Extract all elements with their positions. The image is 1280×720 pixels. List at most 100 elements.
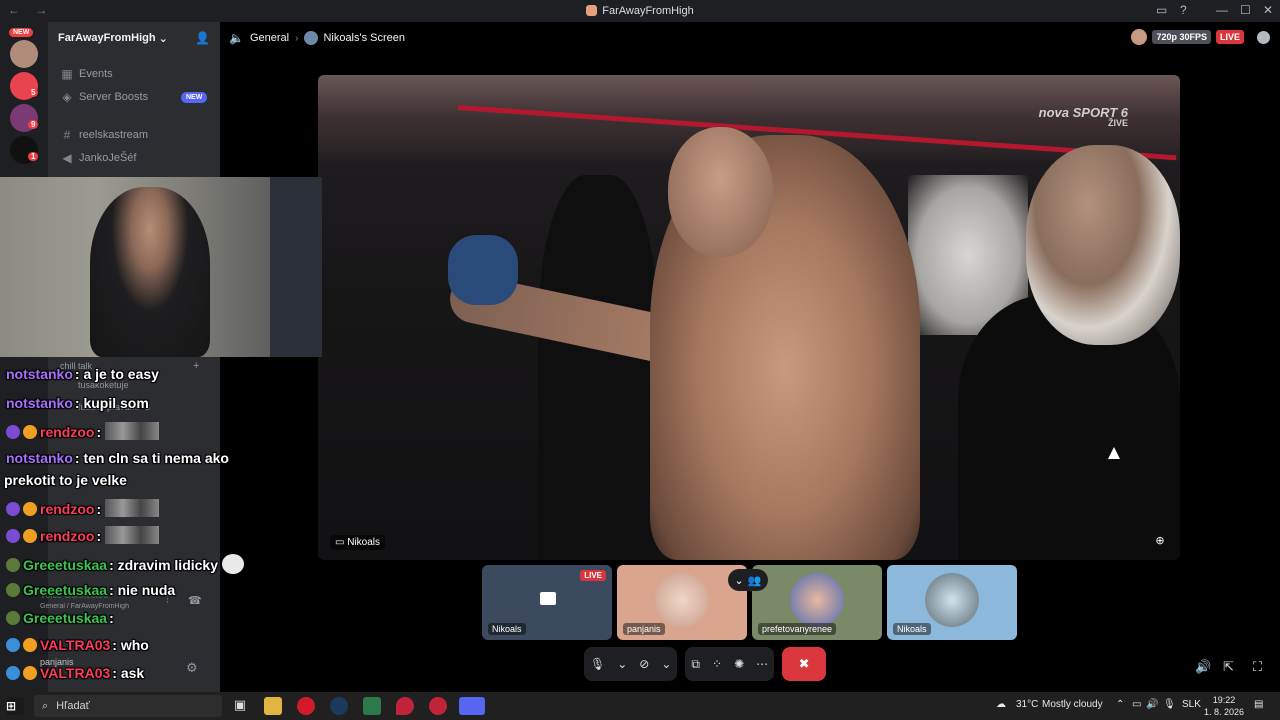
emote-image <box>105 422 160 440</box>
channel-name: reelskastream <box>79 129 149 141</box>
soundboard-icon[interactable]: ✺ <box>734 657 744 671</box>
new-badge: NEW <box>9 28 34 37</box>
server-header[interactable]: FarAwayFromHigh ⌄ 👤 <box>48 22 220 54</box>
chat-text: : a je to easy <box>74 366 159 382</box>
chat-text: : kupil som <box>74 395 149 411</box>
sidebar-item-voice-channel[interactable]: ◀ JankoJeŠéf <box>60 151 136 165</box>
maps-icon[interactable] <box>396 697 414 715</box>
sidebar-item-label: Events <box>79 68 113 80</box>
file-explorer-icon[interactable] <box>264 697 282 715</box>
unread-badge: 1 <box>28 152 39 161</box>
chat-message-continued: prekotit to je velke <box>4 472 127 488</box>
emote-image <box>105 526 160 544</box>
weather-temp[interactable]: 31°C <box>1016 699 1038 710</box>
volume-icon[interactable]: 🔊 <box>1195 659 1211 675</box>
volume-icon[interactable]: 🔊 <box>1146 699 1158 710</box>
tiles-toggle-button[interactable]: ⌄ 👥 <box>728 569 768 591</box>
fullscreen-icon[interactable]: ⛶ <box>1253 659 1262 675</box>
zoom-icon[interactable]: ⊕ <box>1152 534 1168 550</box>
avatar <box>655 573 709 627</box>
call-header: 🔈 General › Nikoals's Screen 720p 30FPS … <box>220 22 1280 54</box>
participant-name: panjanis <box>623 623 665 635</box>
chat-message: Greeetuskaa: nie nuda <box>6 582 175 598</box>
voice-call-area: 🔈 General › Nikoals's Screen 720p 30FPS … <box>220 22 1280 692</box>
participant-tile[interactable]: LIVE Nikoals <box>482 565 612 640</box>
invite-people-icon[interactable]: 👤 <box>195 31 210 45</box>
chat-text: : zdravim lidicky <box>109 557 218 573</box>
chat-message: rendzoo: <box>6 526 160 544</box>
close-button[interactable]: ✕ <box>1263 3 1273 17</box>
sub-badge-icon <box>6 502 20 516</box>
app-icon[interactable] <box>429 697 447 715</box>
inbox-icon[interactable]: ▭ <box>1156 3 1167 17</box>
chat-text: : nie nuda <box>109 582 176 598</box>
sidebar-item-events[interactable]: ▦ Events <box>60 67 113 81</box>
unread-badge: 9 <box>28 120 39 129</box>
share-screen-icon[interactable]: ⧉ <box>691 657 700 672</box>
opera-icon[interactable] <box>297 697 315 715</box>
sidebar-item-channel[interactable]: # reelskastream <box>60 128 148 142</box>
search-box[interactable]: ⌕ Hľadať <box>34 695 222 717</box>
hash-icon: # <box>63 128 71 142</box>
chat-message: notstanko: a je to easy <box>6 366 159 382</box>
chat-text: : <box>96 424 102 440</box>
clock-date: 1. 8. 2026 <box>1204 707 1245 717</box>
participant-name: Nikoals <box>488 623 526 635</box>
screen-share-stream[interactable]: nova SPORT 6 ŽIVE ▭ Nikoals ⊕ <box>318 75 1180 560</box>
bits-badge-icon <box>23 666 37 680</box>
weather-desc[interactable]: Mostly cloudy <box>1042 699 1103 710</box>
broadcaster-watermark: nova SPORT 6 ŽIVE <box>1039 106 1128 129</box>
end-call-icon: ✖ <box>798 656 810 671</box>
live-badge: LIVE <box>580 570 606 581</box>
maximize-button[interactable]: ☐ <box>1240 3 1251 17</box>
discord-icon[interactable] <box>459 697 485 715</box>
steam-icon[interactable] <box>330 697 348 715</box>
sub-badge-icon <box>6 583 20 597</box>
help-icon[interactable]: ? <box>1180 3 1187 17</box>
unread-badge: 5 <box>28 88 39 97</box>
clock-time: 19:22 <box>1212 695 1236 705</box>
channel-name: JankoJeŠéf <box>79 152 137 164</box>
network-icon[interactable]: ▭ <box>1132 699 1141 710</box>
server-icon[interactable] <box>10 40 38 68</box>
search-placeholder: Hľadať <box>56 700 90 712</box>
activities-icon[interactable]: ⁘ <box>712 657 722 671</box>
chat-text: : who <box>112 637 149 653</box>
disconnect-button[interactable]: ✖ <box>782 647 827 681</box>
camera-off-icon[interactable]: ⊘ <box>639 657 649 671</box>
chevron-up-icon[interactable]: ⌃ <box>1116 699 1124 710</box>
calendar-icon: ▦ <box>61 67 73 81</box>
calculator-icon[interactable] <box>363 697 381 715</box>
chat-username: VALTRA03 <box>40 665 111 681</box>
clock[interactable]: 19:22 1. 8. 2026 <box>1204 694 1244 718</box>
voice-channel-name[interactable]: General <box>250 32 289 44</box>
chat-message: VALTRA03: ask <box>6 665 144 681</box>
chevron-down-icon[interactable]: ⌄ <box>661 657 671 671</box>
bits-badge-icon <box>23 502 37 516</box>
participant-tile[interactable]: prefetovanyrenee <box>752 565 882 640</box>
microphone-icon[interactable]: 🎙 <box>1163 699 1176 710</box>
notifications-icon[interactable]: ▤ <box>1254 699 1263 710</box>
app-icon <box>586 5 598 16</box>
chat-username: Greeetuskaa <box>23 610 108 626</box>
chevron-down-icon[interactable]: ⌄ <box>617 657 627 671</box>
task-view-icon[interactable]: ▣ <box>231 697 249 715</box>
chat-message: notstanko: kupil som <box>6 395 149 411</box>
windows-taskbar: ⊞ ⌕ Hľadať ▣ ☁ 31°C Mostly cloudy ⌃ ▭ 🔊 🎙… <box>0 692 1280 720</box>
participant-tile[interactable]: Nikoals <box>887 565 1017 640</box>
chat-message: notstanko: ten cln sa ti nema ako <box>6 450 229 466</box>
language-indicator[interactable]: SLK <box>1182 699 1201 710</box>
minimize-button[interactable]: — <box>1216 3 1228 17</box>
sidebar-item-server-boosts[interactable]: ◈ Server Boosts <box>60 90 148 104</box>
avatar[interactable] <box>1131 29 1148 45</box>
chat-username: rendzoo <box>40 528 95 544</box>
microphone-icon[interactable]: 🎙 <box>590 657 605 671</box>
popout-icon[interactable]: ⇱ <box>1223 659 1234 675</box>
activity-group: ⧉ ⁘ ✺ ⋯ <box>685 647 775 681</box>
chat-icon[interactable] <box>1257 30 1270 44</box>
weather-icon[interactable]: ☁ <box>996 699 1006 710</box>
chat-message: rendzoo: <box>6 422 160 440</box>
more-icon[interactable]: ⋯ <box>756 657 768 671</box>
sub-badge-icon <box>6 558 20 572</box>
start-button[interactable]: ⊞ <box>6 697 24 715</box>
